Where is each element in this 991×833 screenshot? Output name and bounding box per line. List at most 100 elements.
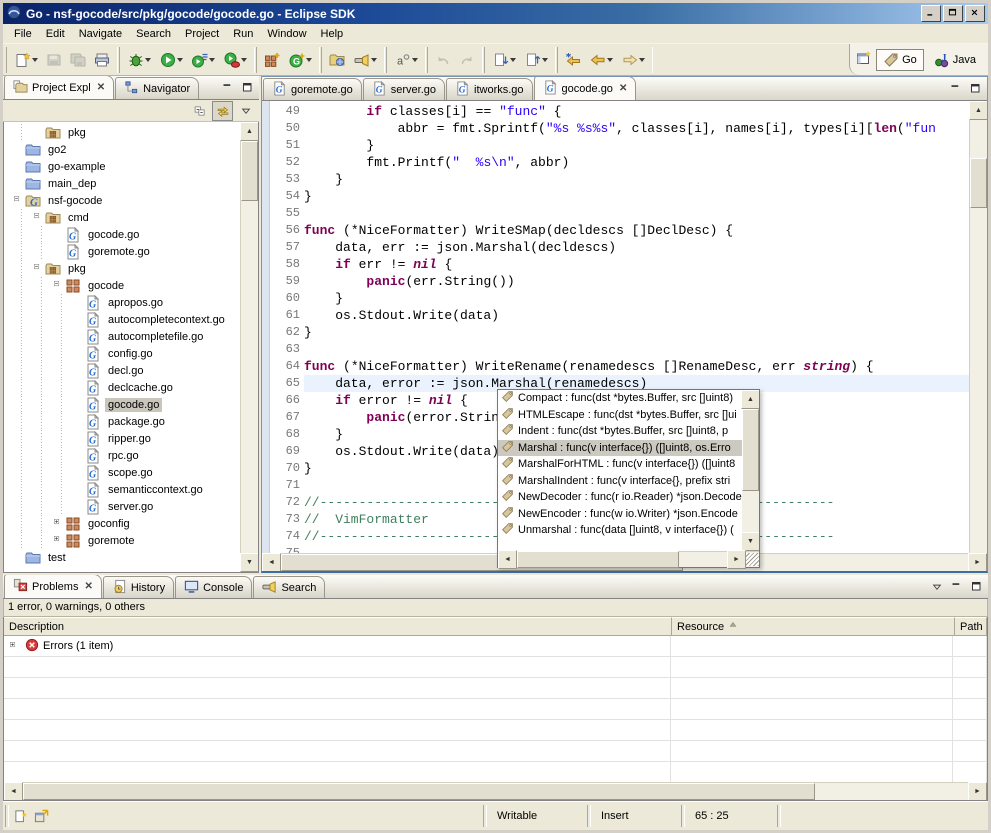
menu-project[interactable]: Project (178, 26, 226, 42)
autocomplete-item[interactable]: Unmarshal : func(data []uint8, v interfa… (498, 522, 742, 539)
scroll-down-button[interactable]: ▼ (741, 532, 759, 551)
close-button[interactable] (965, 5, 985, 22)
menu-window[interactable]: Window (260, 26, 313, 42)
maximize-part-button[interactable] (967, 81, 984, 96)
tree-item-autocompletefile-go[interactable]: Gautocompletefile.go (4, 328, 240, 345)
new-wizard-button[interactable] (10, 47, 42, 73)
tree-item-cmd[interactable]: cmd (4, 209, 240, 226)
dropdown-arrow-icon[interactable] (306, 58, 312, 62)
editor-tab-server-go[interactable]: Gserver.go (363, 78, 445, 100)
perspective-java[interactable]: JJava (928, 50, 982, 70)
column-header-resource[interactable]: Resource (672, 617, 955, 636)
column-header-description[interactable]: Description (4, 617, 672, 636)
view-menu-button[interactable] (235, 101, 256, 121)
minus-box-icon[interactable] (52, 281, 65, 290)
search-button[interactable] (349, 47, 381, 73)
tree-item-gocode-go[interactable]: Ggocode.go (4, 226, 240, 243)
dropdown-arrow-icon[interactable] (510, 58, 516, 62)
menu-run[interactable]: Run (226, 26, 260, 42)
open-perspective-icon[interactable] (856, 50, 872, 69)
dropdown-arrow-icon[interactable] (412, 58, 418, 62)
maximize-part-button[interactable] (239, 80, 256, 95)
menu-file[interactable]: File (7, 26, 39, 42)
minimize-button[interactable] (921, 5, 941, 22)
minimize-part-button[interactable] (947, 81, 964, 96)
scroll-up-button[interactable]: ▲ (240, 122, 259, 141)
plus-box-icon[interactable] (52, 519, 65, 528)
autocomplete-item[interactable]: MarshalForHTML : func(v interface{}) ([]… (498, 456, 742, 473)
editor-tab-gocode-go[interactable]: Ggocode.go✕ (534, 76, 637, 100)
link-with-editor-button[interactable] (212, 101, 233, 121)
profile-button[interactable] (219, 47, 251, 73)
popup-horizontal-scrollbar[interactable]: ◄► (498, 551, 759, 567)
last-edit-location-button[interactable] (561, 47, 585, 73)
autocomplete-item[interactable]: Compact : func(dst *bytes.Buffer, src []… (498, 390, 742, 407)
minimize-part-button[interactable] (948, 579, 965, 594)
menu-help[interactable]: Help (314, 26, 351, 42)
dropdown-arrow-icon[interactable] (209, 58, 215, 62)
popup-vertical-scrollbar[interactable]: ▲▼ (742, 390, 759, 551)
scroll-up-button[interactable]: ▲ (969, 101, 987, 120)
plus-box-icon[interactable] (52, 536, 65, 545)
perspective-shortcut-icon[interactable] (31, 806, 51, 826)
tab-project-expl[interactable]: Project Expl✕ (4, 76, 114, 99)
minus-box-icon[interactable] (12, 196, 25, 205)
minimize-part-button[interactable] (219, 80, 236, 95)
annotation-ruler[interactable] (262, 101, 270, 553)
tree-item-decl-go[interactable]: Gdecl.go (4, 362, 240, 379)
close-tab-icon[interactable]: ✕ (619, 83, 627, 94)
project-tree[interactable]: pkggo2go-examplemain_depGnsf-gocodecmdGg… (4, 122, 240, 572)
scroll-up-button[interactable]: ▲ (741, 390, 759, 409)
tree-item-nsf-gocode[interactable]: Gnsf-gocode (4, 192, 240, 209)
open-resource-button[interactable] (325, 47, 349, 73)
autocomplete-item[interactable]: Marshal : func(v interface{}) ([]uint8, … (498, 440, 742, 457)
scroll-thumb[interactable] (970, 158, 987, 208)
maximize-part-button[interactable] (968, 579, 985, 594)
explorer-vertical-scrollbar[interactable]: ▲▼ (240, 122, 258, 572)
tree-item-declcache-go[interactable]: Gdeclcache.go (4, 379, 240, 396)
tab-problems[interactable]: Problems✕ (4, 574, 102, 598)
problems-horizontal-scrollbar[interactable]: ◄► (4, 782, 987, 800)
tree-item-goconfig[interactable]: goconfig (4, 515, 240, 532)
scroll-right-button[interactable]: ► (727, 550, 746, 569)
tree-item-goremote-go[interactable]: Ggoremote.go (4, 243, 240, 260)
tree-item-gocode-go[interactable]: Ggocode.go (4, 396, 240, 413)
run-button[interactable] (155, 47, 187, 73)
tab-console[interactable]: Console (175, 576, 252, 598)
view-menu-button[interactable] (928, 579, 945, 594)
forward-button[interactable] (617, 47, 649, 73)
tree-item-apropos-go[interactable]: Gapropos.go (4, 294, 240, 311)
run-config-button[interactable] (187, 47, 219, 73)
editor-tab-itworks-go[interactable]: Gitworks.go (446, 78, 533, 100)
tree-item-server-go[interactable]: Gserver.go (4, 498, 240, 515)
tree-item-config-go[interactable]: Gconfig.go (4, 345, 240, 362)
autocomplete-item[interactable]: NewDecoder : func(r io.Reader) *json.Dec… (498, 489, 742, 506)
tree-item-autocompletecontext-go[interactable]: Gautocompletecontext.go (4, 311, 240, 328)
editor-vertical-scrollbar[interactable]: ▲ (969, 101, 987, 553)
tree-item-scope-go[interactable]: Gscope.go (4, 464, 240, 481)
menu-search[interactable]: Search (129, 26, 178, 42)
go-install-button[interactable]: G (284, 47, 316, 73)
fast-view-icon[interactable] (11, 806, 31, 826)
minus-box-icon[interactable] (32, 264, 45, 273)
dropdown-arrow-icon[interactable] (371, 58, 377, 62)
autocomplete-item[interactable]: NewEncoder : func(w io.Writer) *json.Enc… (498, 506, 742, 523)
scroll-down-button[interactable]: ▼ (240, 553, 259, 572)
dropdown-arrow-icon[interactable] (639, 58, 645, 62)
tree-item-main-dep[interactable]: main_dep (4, 175, 240, 192)
tree-item-test[interactable]: test (4, 549, 240, 566)
scroll-left-button[interactable]: ◄ (4, 782, 23, 801)
scroll-thumb[interactable] (241, 141, 258, 201)
minus-box-icon[interactable] (32, 213, 45, 222)
mark-occurrences-button[interactable]: a (390, 47, 422, 73)
scroll-thumb[interactable] (742, 409, 759, 491)
perspective-go[interactable]: Go (876, 49, 924, 71)
menu-edit[interactable]: Edit (39, 26, 72, 42)
tab-navigator[interactable]: Navigator (115, 77, 199, 99)
close-tab-icon[interactable]: ✕ (84, 581, 92, 592)
tree-item-rpc-go[interactable]: Grpc.go (4, 447, 240, 464)
tree-item-pkg[interactable]: pkg (4, 260, 240, 277)
problems-row[interactable]: Errors (1 item) (4, 636, 987, 657)
menu-navigate[interactable]: Navigate (72, 26, 129, 42)
editor-tab-goremote-go[interactable]: Ggoremote.go (263, 78, 362, 100)
